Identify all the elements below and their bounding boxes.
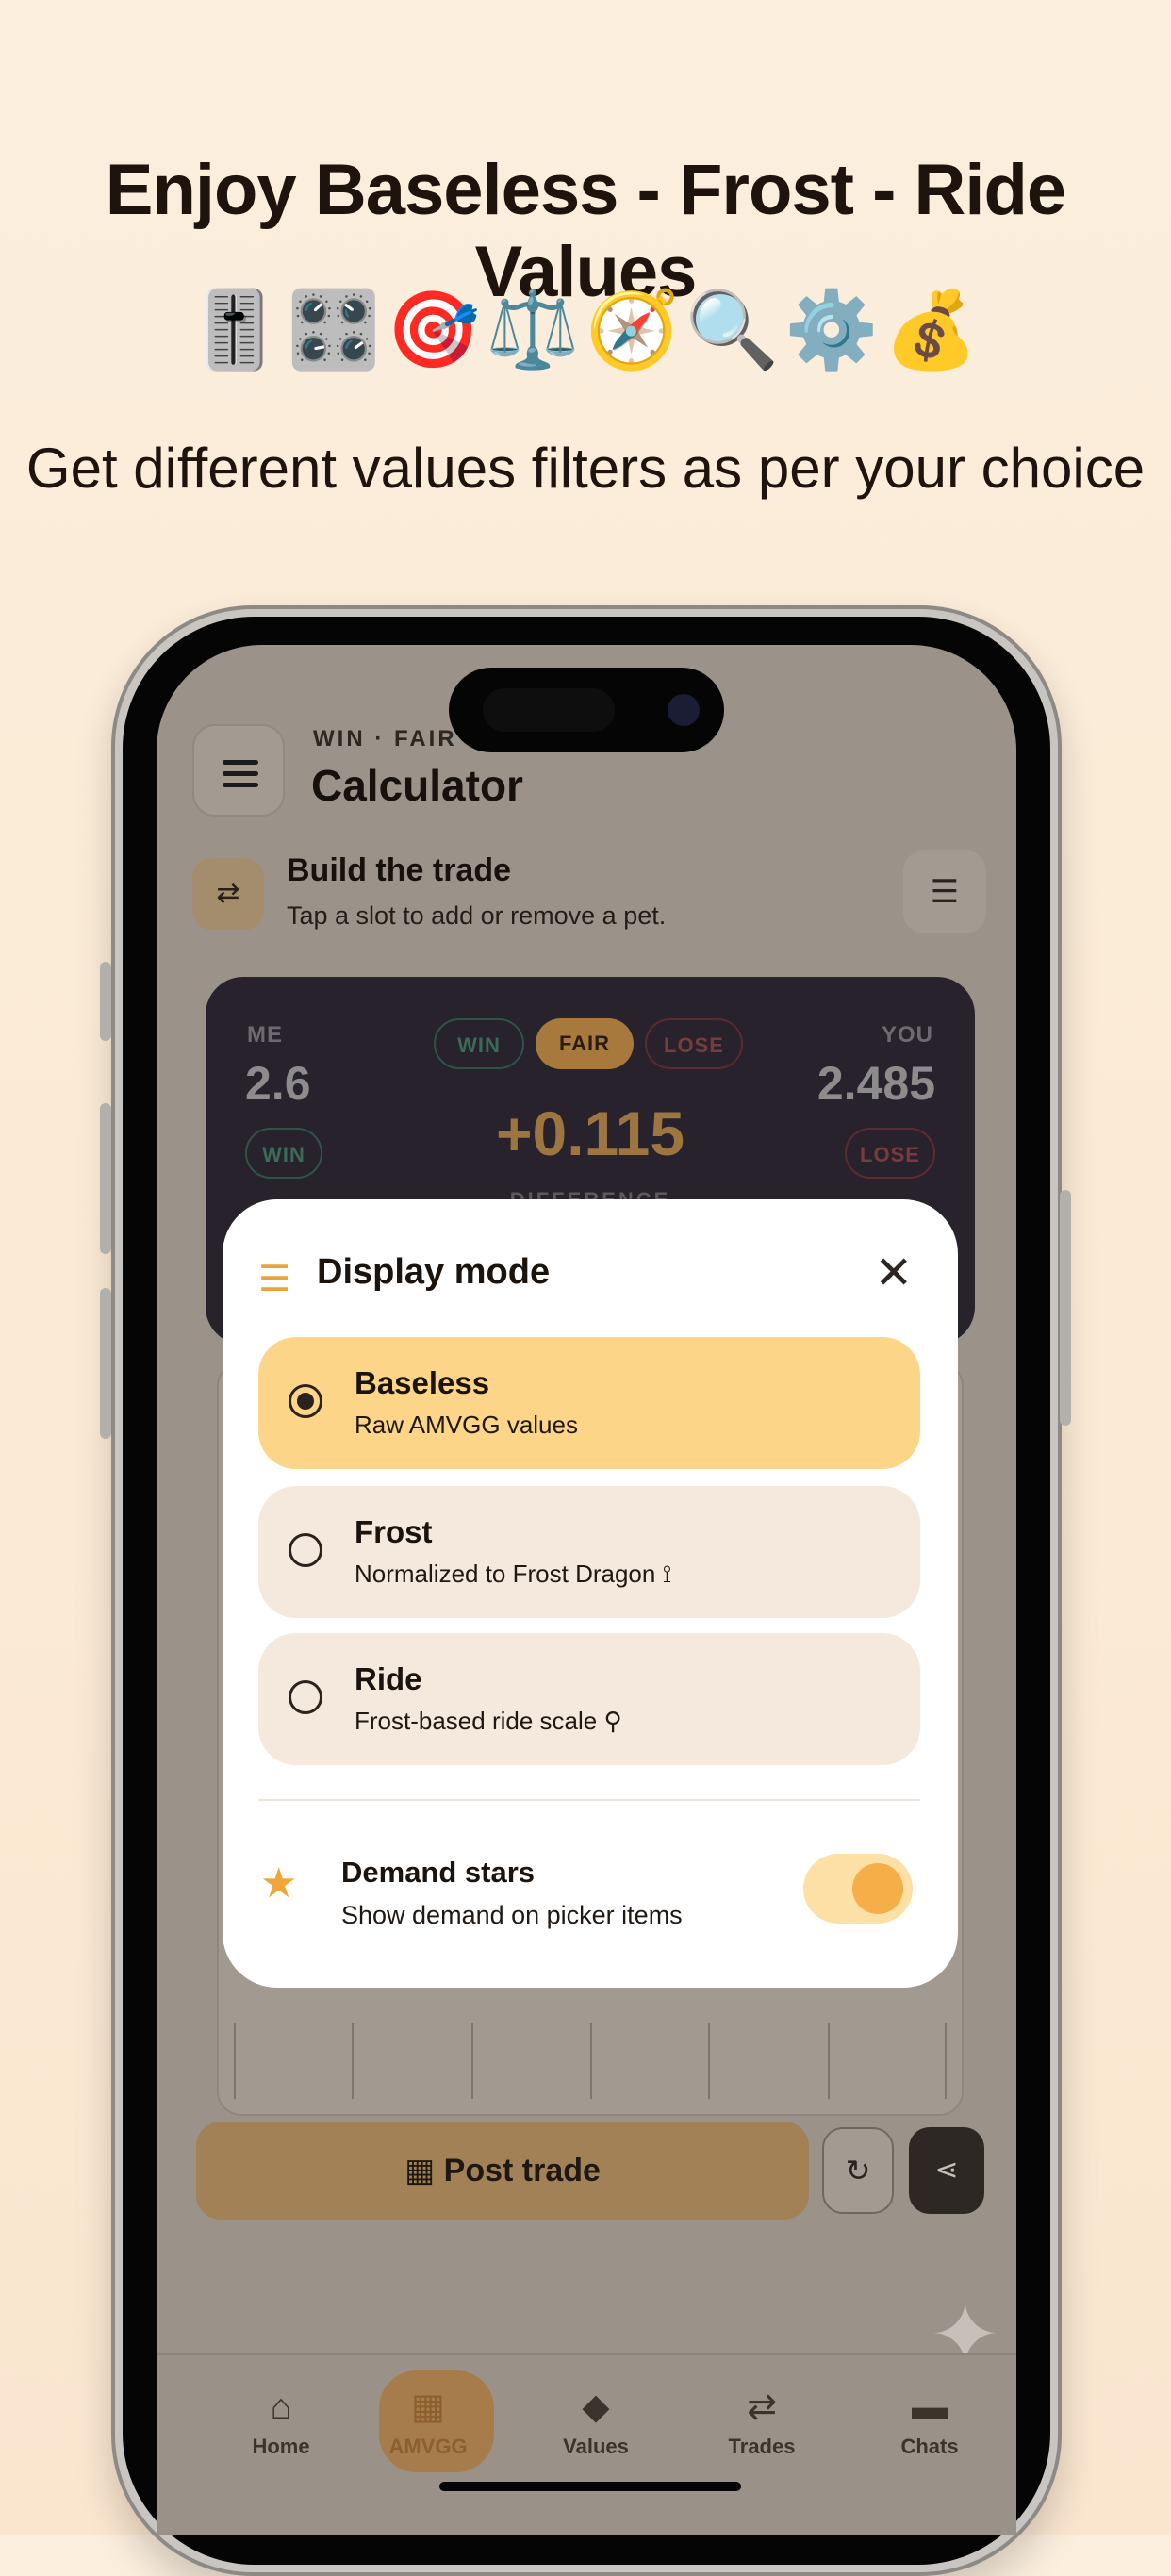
promo-subheadline: Get different values filters as per your… <box>25 437 1146 500</box>
build-subtitle: Tap a slot to add or remove a pet. <box>287 901 667 930</box>
swap-icon: ⇄ <box>216 878 240 909</box>
star-icon: ★ <box>260 1860 298 1907</box>
filter-lose-chip[interactable]: LOSE <box>645 1018 743 1069</box>
island-sensor <box>483 688 615 732</box>
menu-button[interactable] <box>192 724 285 817</box>
tab-chats-label: Chats <box>900 2435 959 2458</box>
calculator-icon: ▦ <box>411 2387 445 2427</box>
tab-values[interactable]: ◆ Values <box>530 2384 662 2459</box>
refresh-icon: ↻ <box>845 2154 871 2188</box>
option-frost-title: Frost <box>355 1514 433 1549</box>
me-label: ME <box>247 1022 283 1048</box>
phone-action-button <box>100 962 111 1041</box>
share-button[interactable]: ⋖ <box>909 2127 984 2214</box>
header-eyebrow: WIN · FAIR · <box>313 726 477 751</box>
dragon-icon: ⟟ <box>662 1560 672 1588</box>
option-baseless-title: Baseless <box>355 1365 490 1400</box>
store-icon: ▦ <box>404 2153 436 2188</box>
sliders-icon: ☰ <box>930 874 960 910</box>
tab-home-label: Home <box>252 2435 310 2458</box>
promo-emoji-row: 🎚️🎛️🎯⚖️🧭🔍⚙️💰 <box>187 286 984 373</box>
diamond-icon: ◆ <box>582 2387 610 2427</box>
radio-selected-icon <box>289 1384 322 1418</box>
option-ride-title: Ride <box>355 1661 422 1696</box>
option-baseless-subtitle: Raw AMVGG values <box>355 1411 578 1439</box>
reset-button[interactable]: ↻ <box>822 2127 894 2214</box>
filter-fair-chip[interactable]: FAIR <box>536 1018 634 1069</box>
display-mode-button[interactable]: ☰ <box>903 850 986 933</box>
front-camera <box>668 694 700 726</box>
option-frost[interactable]: Frost Normalized to Frost Dragon ⟟ <box>258 1486 920 1618</box>
radio-unselected-icon <box>289 1533 322 1567</box>
dialog-title: Display mode <box>317 1252 551 1292</box>
swap-icon: ⇄ <box>747 2387 777 2427</box>
toggle-knob <box>852 1863 903 1914</box>
option-ride[interactable]: Ride Frost-based ride scale ⚲ <box>258 1633 920 1765</box>
option-baseless[interactable]: Baseless Raw AMVGG values <box>258 1337 920 1469</box>
dynamic-island <box>449 668 724 752</box>
tab-values-label: Values <box>563 2435 629 2458</box>
bottom-tab-bar: ⌂ Home ▦ AMVGG ◆ Values ⇄ Trades ▬ Chats <box>157 2353 1016 2535</box>
option-frost-subtitle: Normalized to Frost Dragon ⟟ <box>355 1560 672 1588</box>
tab-trades-label: Trades <box>728 2435 796 2458</box>
slot-grid <box>234 2023 947 2099</box>
phone-volume-down <box>100 1288 111 1439</box>
demand-stars-title: Demand stars <box>341 1856 536 1889</box>
option-ride-subtitle: Frost-based ride scale ⚲ <box>355 1707 622 1735</box>
demand-stars-toggle[interactable] <box>803 1854 913 1924</box>
phone-volume-up <box>100 1103 111 1254</box>
bike-icon: ⚲ <box>603 1707 622 1735</box>
tab-trades[interactable]: ⇄ Trades <box>696 2384 828 2459</box>
sliders-icon: ☰ <box>258 1260 291 1299</box>
swap-sides-button[interactable]: ⇄ <box>192 858 264 930</box>
radio-unselected-icon <box>289 1680 322 1714</box>
close-icon[interactable]: ✕ <box>875 1247 913 1299</box>
post-trade-button[interactable]: ▦ Post trade <box>196 2122 809 2220</box>
tab-chats[interactable]: ▬ Chats <box>864 2384 996 2459</box>
tab-amvgg[interactable]: ▦ AMVGG <box>362 2370 494 2472</box>
home-icon: ⌂ <box>270 2387 292 2427</box>
filter-win-chip[interactable]: WIN <box>434 1018 524 1069</box>
display-mode-dialog: ☰ Display mode ✕ Baseless Raw AMVGG valu… <box>223 1199 958 1988</box>
page-title: Calculator <box>311 761 523 810</box>
share-icon: ⋖ <box>934 2155 959 2186</box>
phone-power-button <box>1060 1190 1071 1426</box>
chat-icon: ▬ <box>912 2387 948 2427</box>
home-indicator <box>439 2482 741 2491</box>
difference-value: +0.115 <box>495 1098 685 1168</box>
tab-home[interactable]: ⌂ Home <box>215 2384 347 2459</box>
demand-stars-subtitle: Show demand on picker items <box>341 1901 683 1929</box>
dialog-divider <box>258 1799 920 1801</box>
post-trade-label: Post trade <box>443 2153 601 2188</box>
build-title: Build the trade <box>287 852 512 888</box>
tab-amvgg-label: AMVGG <box>388 2435 468 2458</box>
you-label: YOU <box>881 1022 933 1048</box>
hamburger-icon <box>223 760 258 794</box>
